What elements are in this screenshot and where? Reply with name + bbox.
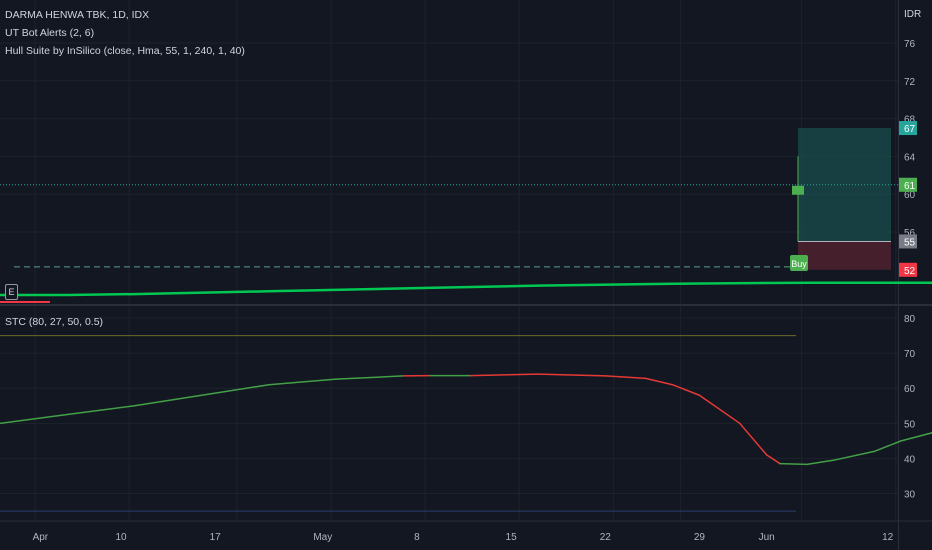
profit-zone (798, 128, 891, 242)
time-tick-label: 17 (210, 532, 222, 543)
loss-zone (798, 241, 891, 270)
time-tick-label: Apr (33, 532, 49, 543)
price-tick-label: 76 (904, 39, 916, 50)
stc-tick-label: 60 (904, 384, 916, 395)
stc-tick-label: 70 (904, 349, 916, 360)
stc-legend[interactable]: STC (80, 27, 50, 0.5) (5, 316, 103, 328)
time-tick-label: May (313, 532, 332, 543)
buy-label: Buy (791, 259, 807, 269)
stc-tick-label: 80 (904, 314, 916, 325)
time-tick-label: 10 (115, 532, 127, 543)
time-tick-label: 22 (600, 532, 612, 543)
price-marker-label: 61 (904, 181, 916, 192)
hull-suite-legend[interactable]: Hull Suite by InSilico (close, Hma, 55, … (5, 45, 245, 57)
price-tick-label: 64 (904, 152, 916, 163)
price-marker-label: 52 (904, 266, 916, 277)
price-tick-label: 60 (904, 190, 916, 201)
stc-segment (779, 462, 808, 466)
stc-tick-label: 30 (904, 490, 916, 501)
stc-tick-label: 40 (904, 454, 916, 465)
time-tick-label: 29 (694, 532, 706, 543)
time-tick-label: 12 (882, 532, 894, 543)
chart-canvas[interactable]: BuyIDR56606468727667615552304050607080Ap… (0, 0, 932, 550)
price-marker-label: 55 (904, 237, 916, 248)
time-tick-label: 8 (414, 532, 420, 543)
candle-body (792, 185, 804, 195)
background (0, 0, 932, 550)
earnings-badge[interactable]: E (5, 284, 18, 300)
price-marker-label: 67 (904, 124, 916, 135)
symbol-title[interactable]: DARMA HENWA TBK, 1D, IDX (5, 9, 149, 21)
ut-bot-legend[interactable]: UT Bot Alerts (2, 6) (5, 27, 94, 39)
currency-label: IDR (904, 9, 921, 20)
time-tick-label: 15 (506, 532, 518, 543)
price-tick-label: 72 (904, 77, 916, 88)
stc-tick-label: 50 (904, 419, 916, 430)
time-tick-label: Jun (759, 532, 775, 543)
